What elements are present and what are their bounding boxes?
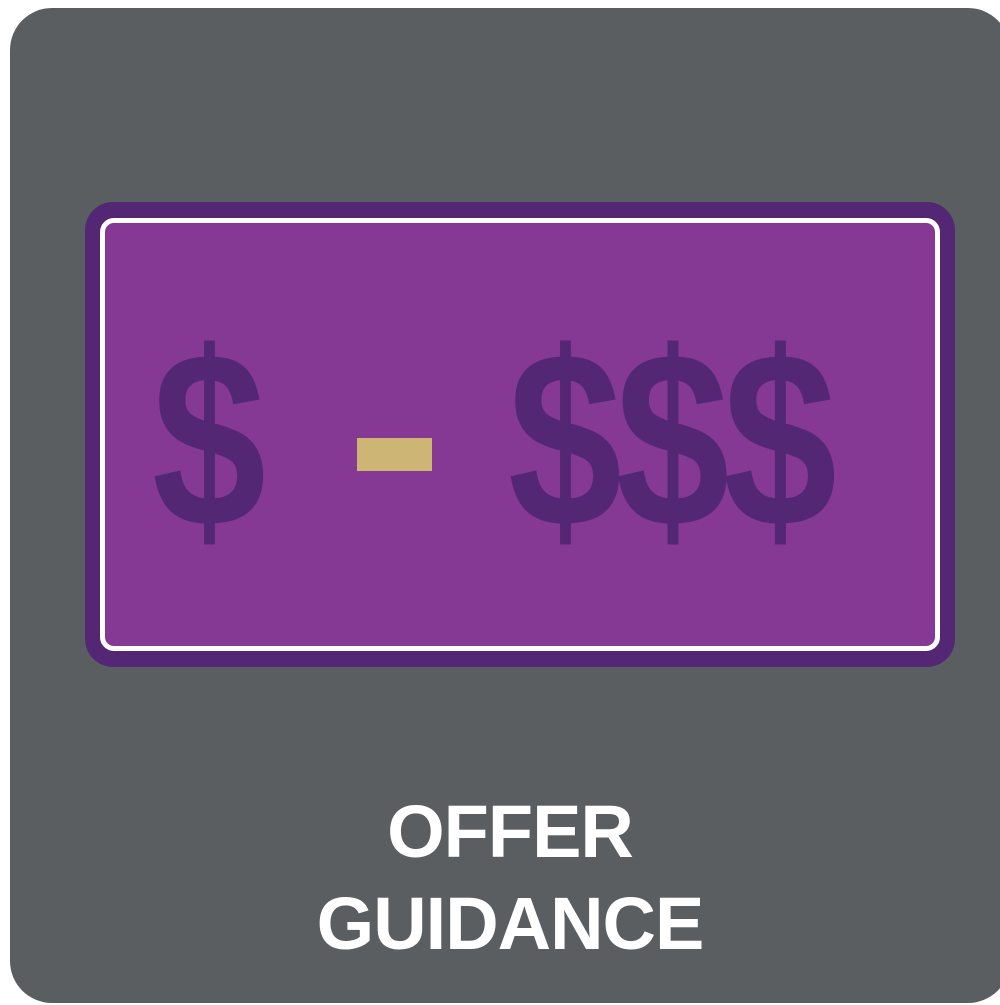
- tile-title-line2: GUIDANCE: [316, 882, 705, 965]
- price-range-banner: $ $$$: [85, 202, 955, 667]
- offer-guidance-tile[interactable]: $ $$$ OFFER GUIDANCE: [10, 8, 1000, 1003]
- price-range-card: $ $$$: [100, 218, 940, 651]
- tile-title-line1: OFFER: [387, 790, 634, 873]
- range-separator-dash: [357, 438, 432, 471]
- price-low-symbol: $: [152, 300, 267, 579]
- price-high-symbols: $$$: [508, 300, 837, 579]
